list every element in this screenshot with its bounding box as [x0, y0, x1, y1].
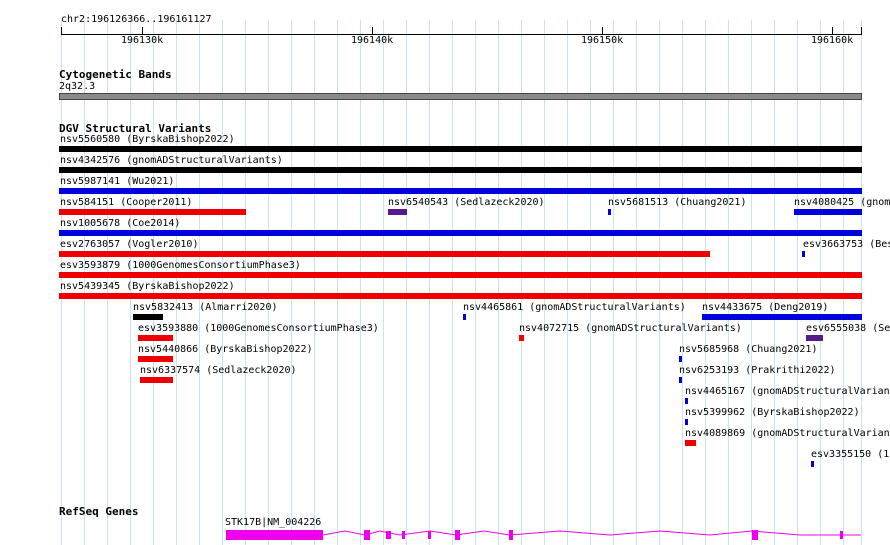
variant-bar[interactable] [679, 377, 682, 383]
variant-label[interactable]: nsv6540543 (Sedlazeck2020) [388, 197, 545, 209]
variant-label[interactable]: nsv4089869 (gnomADStructuralVarian [685, 428, 890, 440]
variant-label[interactable]: nsv5440866 (ByrskaBishop2022) [138, 344, 313, 356]
variant-bar[interactable] [519, 335, 524, 341]
gene-exon [428, 531, 431, 539]
variant-label[interactable]: nsv4080425 (gnom [794, 197, 890, 209]
gene-exon [386, 531, 391, 539]
variant-label[interactable]: nsv5832413 (Almarri2020) [133, 302, 278, 314]
variant-bar[interactable] [679, 356, 682, 362]
variant-bar[interactable] [685, 398, 688, 404]
variant-bar[interactable] [806, 335, 823, 341]
variant-bar[interactable] [794, 209, 862, 215]
variant-bar[interactable] [685, 419, 688, 425]
ruler-tick [372, 27, 373, 35]
variant-bar[interactable] [59, 146, 862, 152]
ruler-tick [832, 27, 833, 35]
variant-label[interactable]: esv6555038 (Se [806, 323, 890, 335]
variant-label[interactable]: nsv584151 (Cooper2011) [60, 197, 192, 209]
variant-label[interactable]: nsv4342576 (gnomADStructuralVariants) [60, 155, 283, 167]
variant-bar[interactable] [59, 167, 862, 173]
genome-browser-view: chr2:196126366..196161127 196130k 196140k… [0, 0, 890, 545]
ruler-end-tick [861, 27, 862, 35]
variant-label[interactable]: esv3593879 (1000GenomesConsortiumPhase3) [60, 260, 301, 272]
variant-bar[interactable] [702, 314, 862, 320]
variant-label[interactable]: nsv4072715 (gnomADStructuralVariants) [519, 323, 742, 335]
cytoband-label: 2q32.3 [59, 81, 96, 92]
ruler-tick [142, 27, 143, 35]
ruler-tick [602, 27, 603, 35]
variant-label[interactable]: nsv5399962 (ByrskaBishop2022) [685, 407, 860, 419]
gene-exon [840, 531, 843, 539]
variant-bar[interactable] [59, 251, 710, 257]
variant-label[interactable]: nsv6253193 (Prakrithi2022) [679, 365, 836, 377]
variant-label[interactable]: nsv5560580 (ByrskaBishop2022) [60, 134, 235, 146]
ruler-end-tick [61, 27, 62, 35]
ruler-tick-label: 196160k [811, 35, 854, 46]
variant-label[interactable]: nsv5439345 (ByrskaBishop2022) [60, 281, 235, 293]
gene-exon [402, 531, 405, 539]
variant-label[interactable]: nsv4433675 (Deng2019) [702, 302, 828, 314]
variant-bar[interactable] [608, 209, 611, 215]
variant-bar[interactable] [59, 272, 862, 278]
gene-exon [455, 530, 460, 540]
variant-label[interactable]: esv2763057 (Vogler2010) [60, 239, 198, 251]
variant-bar[interactable] [138, 356, 173, 362]
variant-bar[interactable] [59, 188, 862, 194]
variant-bar[interactable] [802, 251, 805, 257]
gene-exon [226, 530, 323, 540]
ruler-tick-label: 196140k [351, 35, 394, 46]
variant-label[interactable]: nsv4465861 (gnomADStructuralVariants) [463, 302, 686, 314]
variant-label[interactable]: nsv6337574 (Sedlazeck2020) [140, 365, 297, 377]
ruler-axis [61, 34, 862, 35]
gene-exon [752, 530, 758, 540]
variant-bar[interactable] [811, 461, 814, 467]
variant-label[interactable]: esv3355150 (1( [811, 449, 890, 461]
cytoband-bar[interactable] [59, 93, 862, 100]
variant-bar[interactable] [59, 230, 862, 236]
ruler-tick-label: 196130k [121, 35, 164, 46]
gene-exon [509, 530, 513, 540]
variant-bar[interactable] [133, 314, 163, 320]
variant-bar[interactable] [138, 335, 173, 341]
variant-label[interactable]: nsv5681513 (Chuang2021) [608, 197, 746, 209]
variant-label[interactable]: esv3593880 (1000GenomesConsortiumPhase3) [138, 323, 379, 335]
cytoband-track-title[interactable]: Cytogenetic Bands [59, 68, 172, 81]
gene-model-stk17b[interactable] [0, 525, 890, 545]
variant-bar[interactable] [388, 209, 407, 215]
ruler-tick-label: 196150k [581, 35, 624, 46]
variant-label[interactable]: nsv5685968 (Chuang2021) [679, 344, 817, 356]
variant-label[interactable]: nsv1005678 (Coe2014) [60, 218, 180, 230]
position-label: chr2:196126366..196161127 [61, 14, 212, 25]
variant-bar[interactable] [140, 377, 173, 383]
gene-exon [364, 530, 370, 540]
variant-bar[interactable] [59, 209, 246, 215]
variant-bar[interactable] [685, 440, 696, 446]
variant-label[interactable]: esv3663753 (Bes [803, 239, 890, 251]
variant-bar[interactable] [463, 314, 466, 320]
variant-bar[interactable] [59, 293, 862, 299]
variant-label[interactable]: nsv5987141 (Wu2021) [60, 176, 174, 188]
variant-label[interactable]: nsv4465167 (gnomADStructuralVarian [685, 386, 890, 398]
refseq-track-title[interactable]: RefSeq Genes [59, 505, 138, 518]
